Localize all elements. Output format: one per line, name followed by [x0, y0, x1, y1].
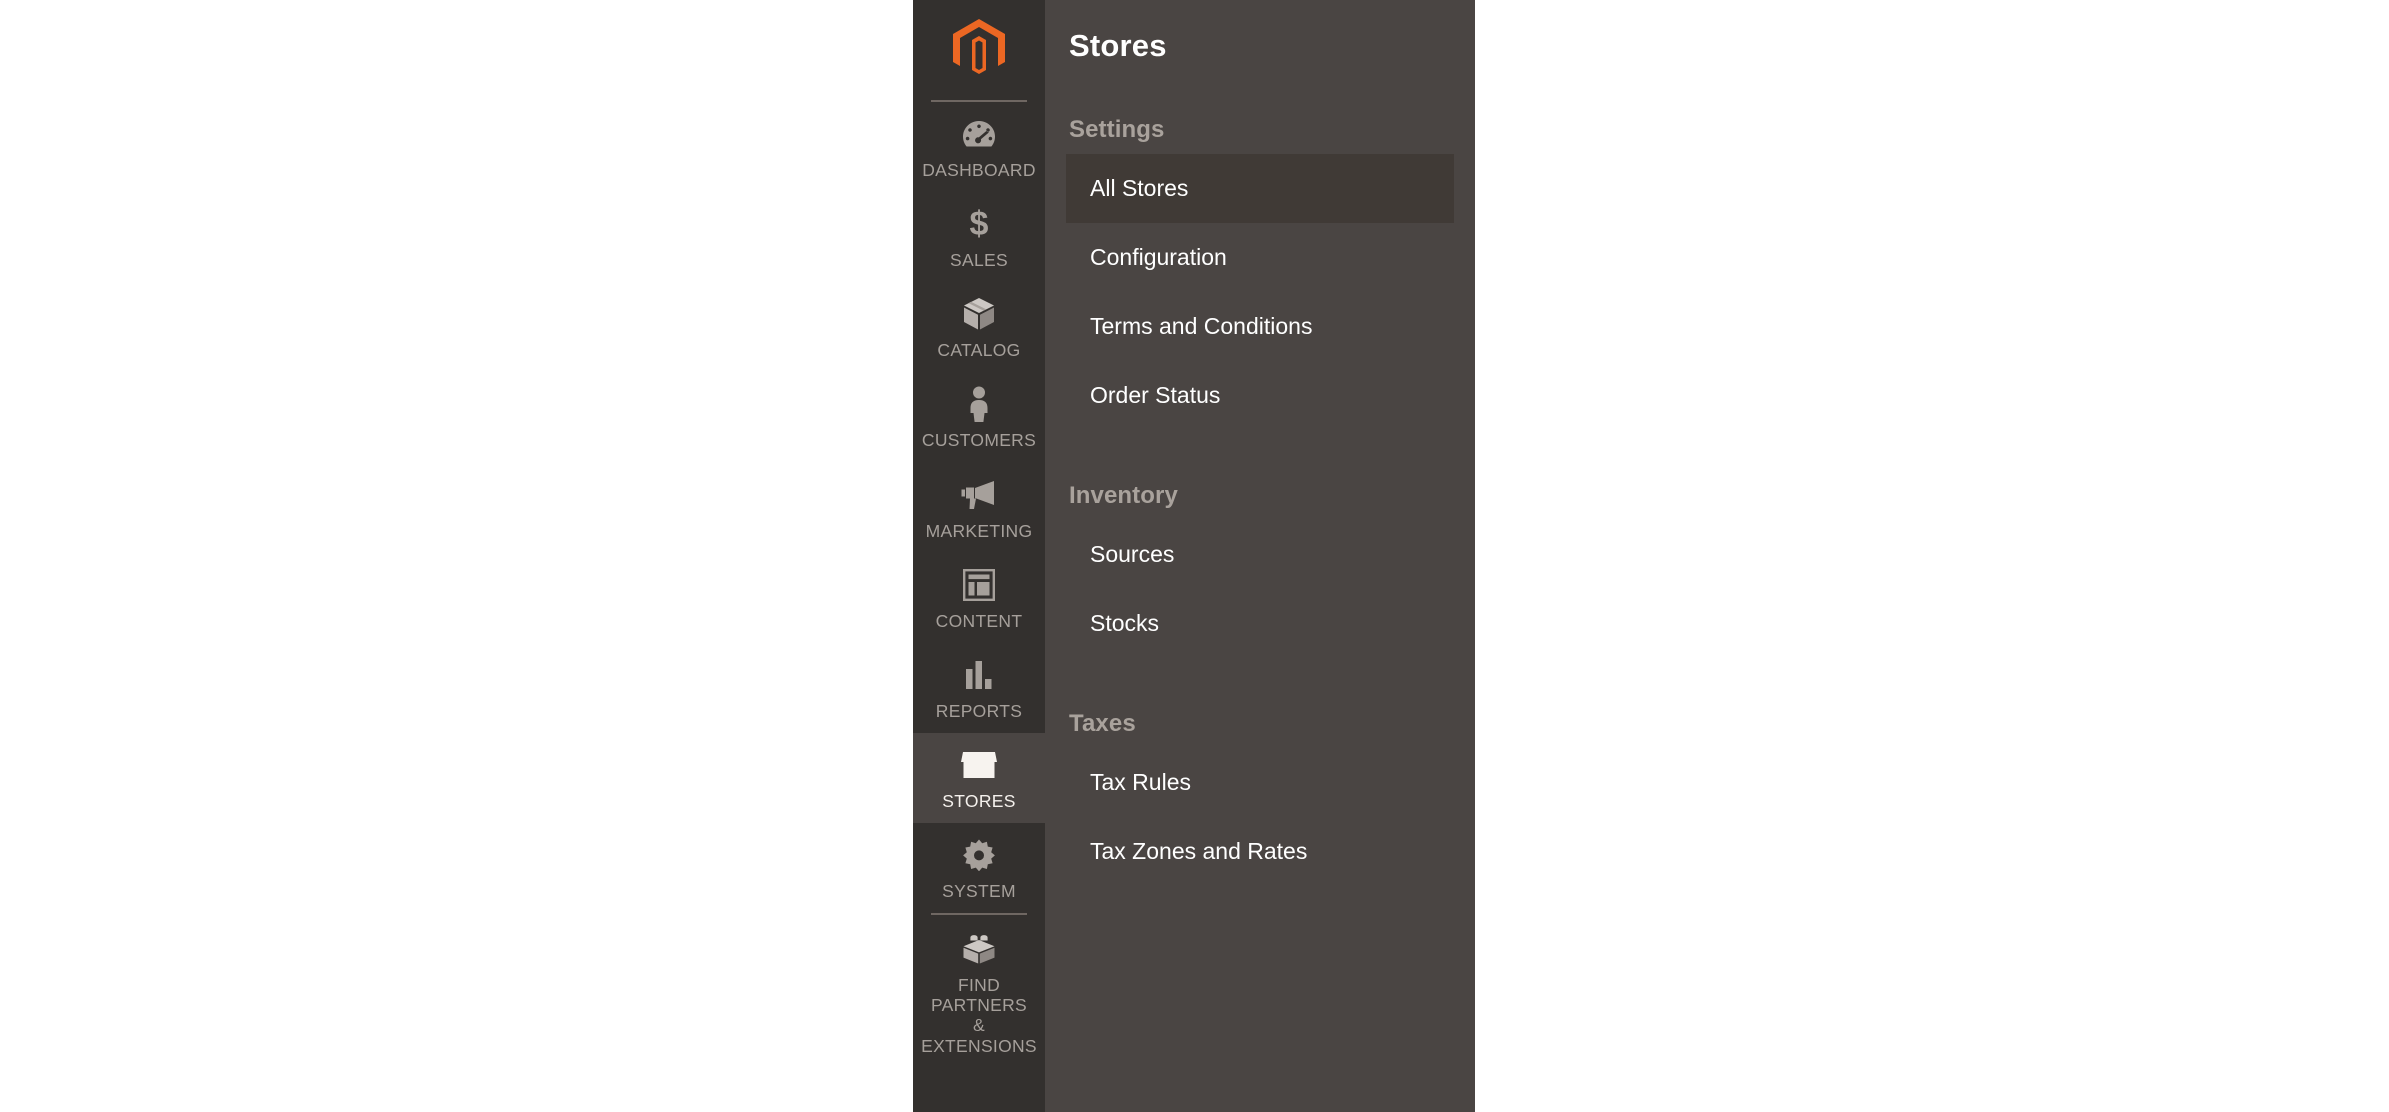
submenu-title: Stores: [1069, 28, 1167, 63]
sidebar-item-catalog[interactable]: CATALOG: [913, 282, 1045, 372]
sidebar-item-content[interactable]: CONTENT: [913, 553, 1045, 643]
sidebar-item-system[interactable]: SYSTEM: [913, 823, 1045, 913]
sidebar-item-dashboard[interactable]: DASHBOARD: [913, 102, 1045, 192]
storefront-icon: [961, 747, 997, 783]
submenu-group-settings: Settings All Stores Configuration Terms …: [1045, 64, 1475, 430]
lego-brick-icon: [962, 931, 996, 967]
sidebar-item-sales[interactable]: $ SALES: [913, 192, 1045, 282]
submenu-group-heading: Inventory: [1069, 482, 1178, 509]
admin-icon-sidebar: DASHBOARD $ SALES CATALOG CUSTOMERS MARK…: [913, 0, 1045, 1112]
dollar-icon: $: [968, 206, 990, 242]
submenu-item-tax-rules[interactable]: Tax Rules: [1066, 748, 1454, 817]
submenu-group-heading: Taxes: [1069, 710, 1136, 737]
sidebar-item-customers[interactable]: CUSTOMERS: [913, 372, 1045, 462]
gauge-icon: [962, 116, 996, 152]
sidebar-item-label: CUSTOMERS: [921, 430, 1037, 451]
sidebar-item-label: SALES: [950, 250, 1008, 271]
submenu-item-stocks[interactable]: Stocks: [1066, 589, 1454, 658]
submenu-item-order-status[interactable]: Order Status: [1066, 361, 1454, 430]
sidebar-item-find-partners-extensions[interactable]: FIND PARTNERS & EXTENSIONS: [913, 915, 1045, 1068]
sidebar-item-label: FIND PARTNERS & EXTENSIONS: [921, 975, 1037, 1056]
svg-text:$: $: [970, 207, 989, 241]
sidebar-item-label: CATALOG: [937, 340, 1021, 361]
magento-logo[interactable]: [913, 0, 1045, 100]
sidebar-item-label: MARKETING: [925, 520, 1033, 541]
sidebar-item-label: SYSTEM: [942, 881, 1016, 901]
submenu-item-terms-and-conditions[interactable]: Terms and Conditions: [1066, 292, 1454, 361]
gear-icon: [963, 837, 995, 873]
sidebar-item-reports[interactable]: REPORTS: [913, 643, 1045, 733]
sidebar-item-stores[interactable]: STORES: [913, 732, 1045, 823]
screen: DASHBOARD $ SALES CATALOG CUSTOMERS MARK…: [0, 0, 2389, 1112]
stores-submenu-panel: Stores Settings All Stores Configuration…: [1045, 0, 1475, 1112]
submenu-item-sources[interactable]: Sources: [1066, 520, 1454, 589]
submenu-group-taxes: Taxes Tax Rules Tax Zones and Rates: [1045, 658, 1475, 886]
submenu-item-all-stores[interactable]: All Stores: [1066, 154, 1454, 223]
person-icon: [967, 386, 991, 423]
submenu-group-inventory: Inventory Sources Stocks: [1045, 430, 1475, 658]
submenu-item-tax-zones-and-rates[interactable]: Tax Zones and Rates: [1066, 817, 1454, 886]
sidebar-item-label: CONTENT: [935, 610, 1023, 631]
sidebar-item-label: DASHBOARD: [922, 160, 1036, 180]
layout-icon: [963, 567, 995, 603]
submenu-item-configuration[interactable]: Configuration: [1066, 223, 1454, 292]
box-icon: [963, 296, 995, 332]
magento-logo-icon: [953, 18, 1005, 82]
sidebar-item-marketing[interactable]: MARKETING: [913, 463, 1045, 553]
submenu-group-heading: Settings: [1069, 116, 1165, 143]
sidebar-item-label: STORES: [942, 790, 1016, 811]
sidebar-item-label: REPORTS: [935, 700, 1023, 721]
megaphone-icon: [961, 477, 997, 513]
bar-chart-icon: [964, 657, 994, 693]
